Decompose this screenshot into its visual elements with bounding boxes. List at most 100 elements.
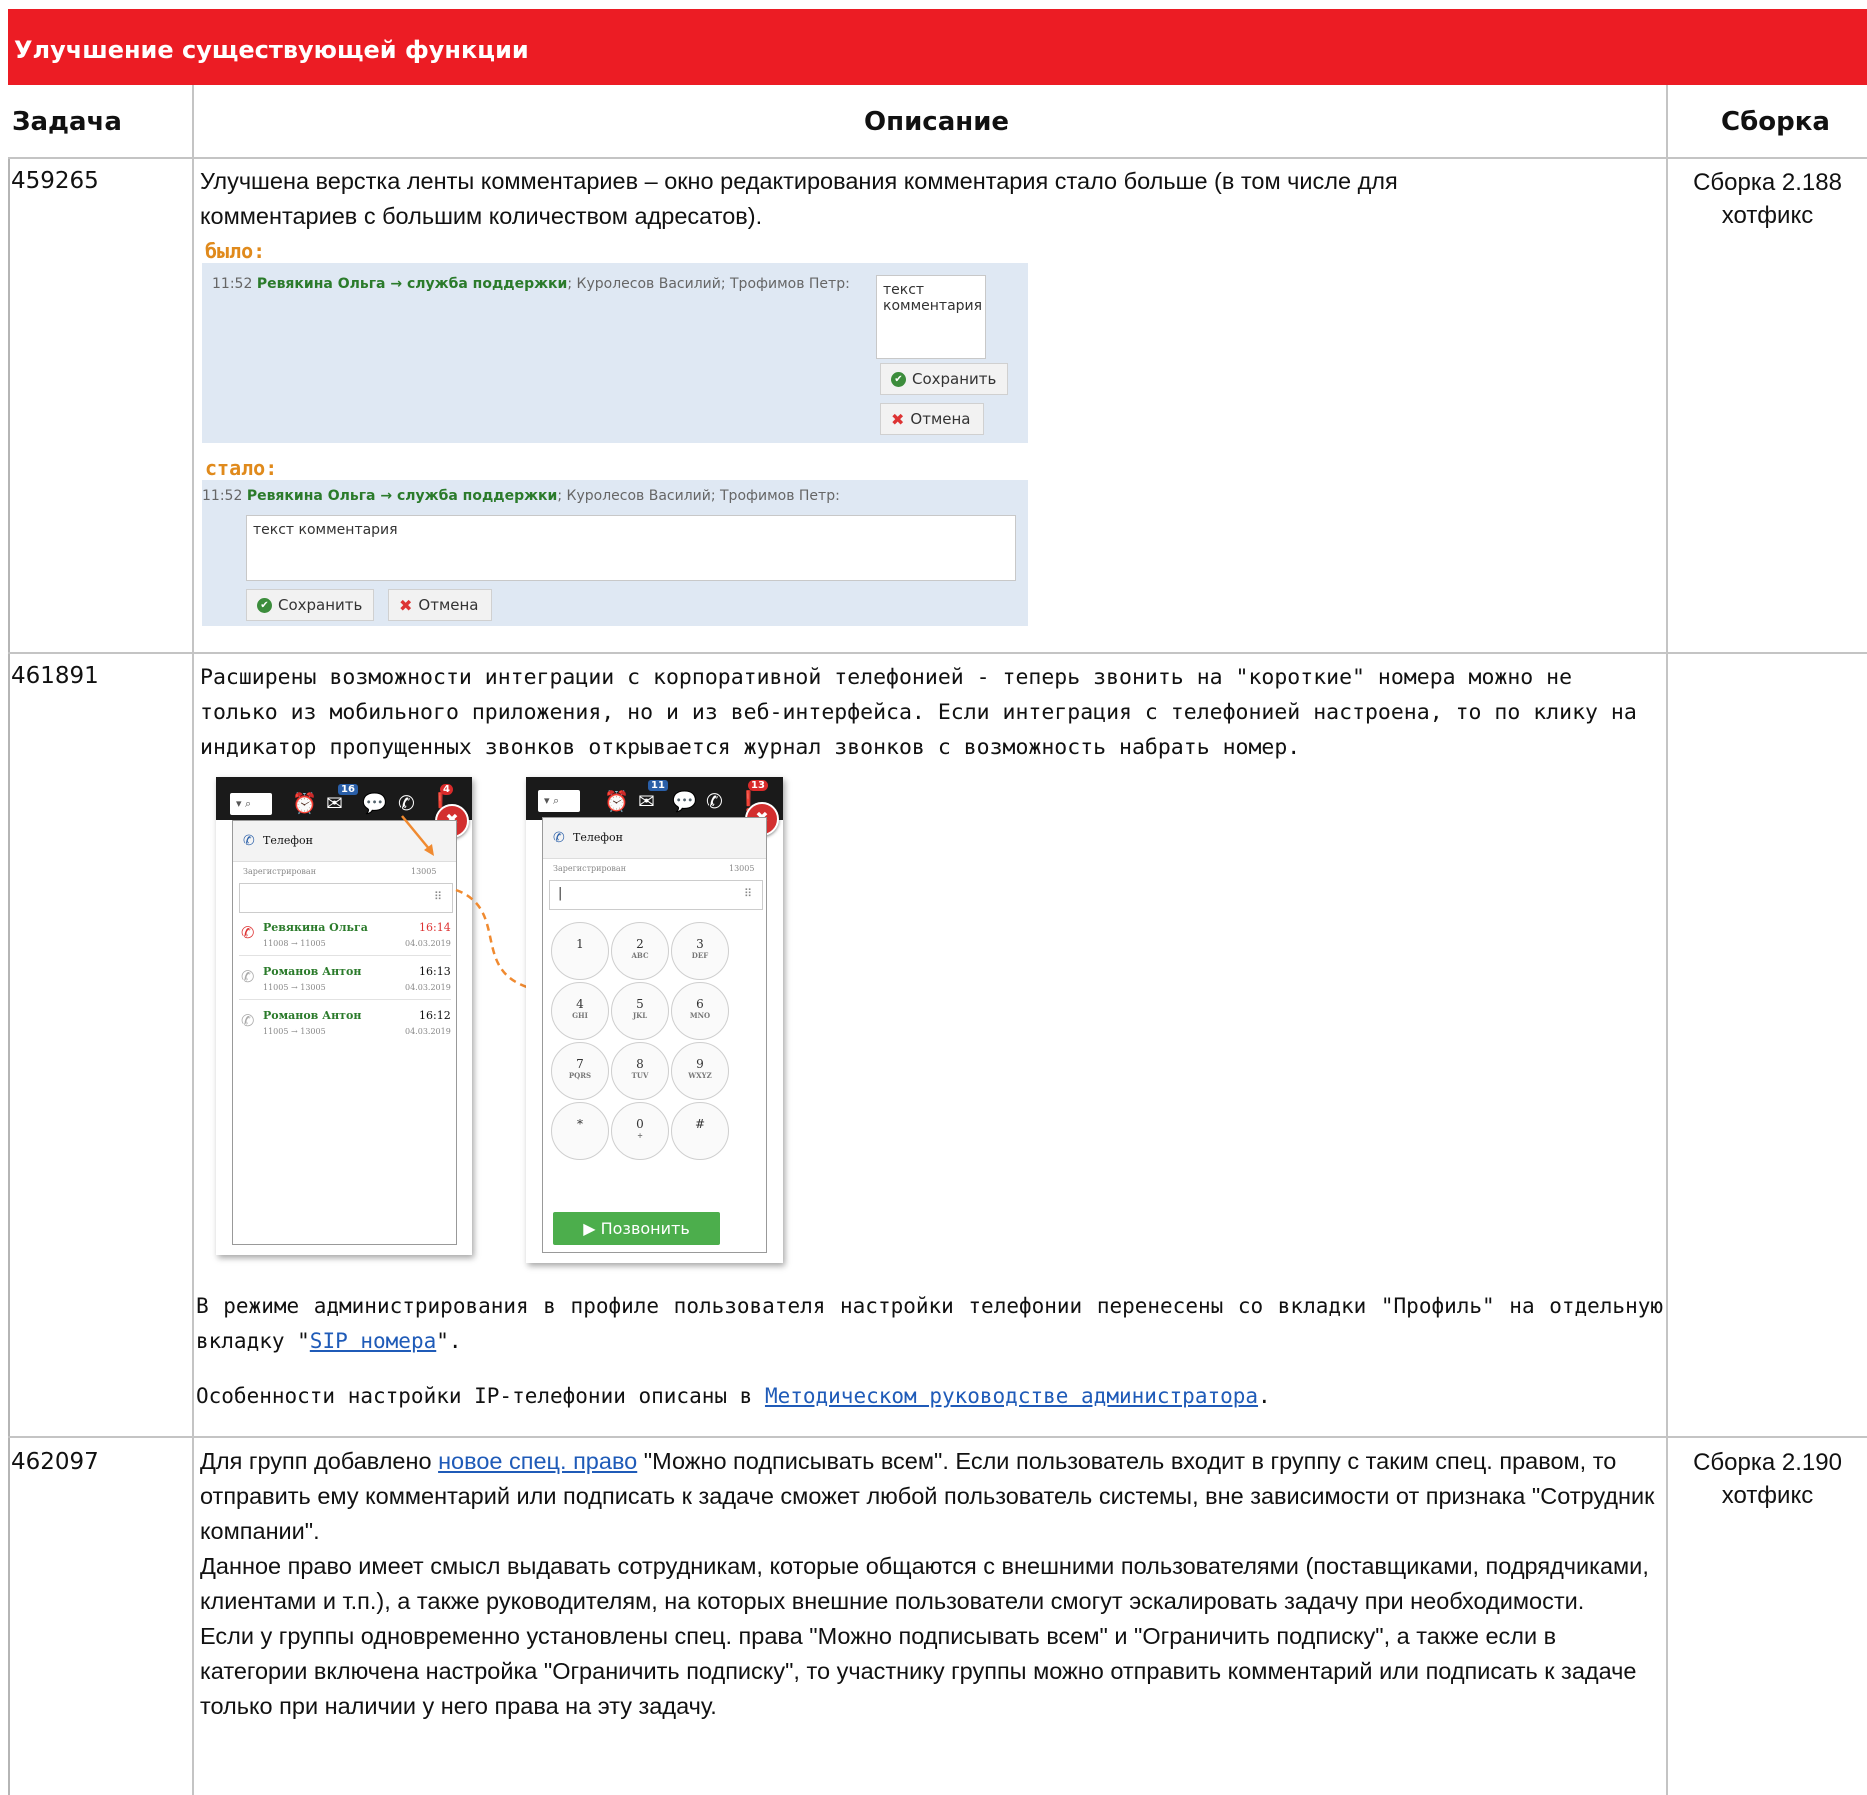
dial-key[interactable]: 7 PQRS bbox=[551, 1042, 609, 1100]
sip-numbers-link[interactable]: SIP номера bbox=[310, 1329, 436, 1353]
comment-textarea-new[interactable]: текст комментария bbox=[246, 515, 1016, 581]
phone-icon[interactable]: ✆ bbox=[706, 789, 723, 813]
search-icon: ⌕ bbox=[553, 794, 560, 807]
new-right-link[interactable]: новое спец. право bbox=[438, 1448, 637, 1474]
row-divider bbox=[8, 157, 1867, 159]
dial-key-digit: # bbox=[694, 1117, 706, 1131]
section-title: Улучшение существующей функции bbox=[14, 36, 529, 64]
phone-panel-header: ✆ Телефон bbox=[543, 818, 766, 859]
dial-key-letters: DEF bbox=[691, 951, 709, 960]
header-build: Сборка bbox=[1721, 107, 1830, 137]
row-divider bbox=[8, 1436, 1867, 1438]
after-label: стало: bbox=[205, 456, 278, 480]
dial-input[interactable]: | ⠿ bbox=[549, 880, 763, 910]
paragraph: Если у группы одновременно установлены с… bbox=[200, 1623, 1637, 1719]
alert-badge: 13 bbox=[748, 780, 768, 791]
alarm-icon[interactable]: ⏰ bbox=[292, 791, 317, 815]
build-version: Сборка 2.188 хотфикс bbox=[1693, 169, 1842, 229]
dial-key-digit: 9 bbox=[696, 1057, 704, 1071]
dial-key[interactable]: 5 JKL bbox=[611, 982, 669, 1040]
handset-icon: ✆ bbox=[243, 833, 255, 849]
registration-status: Зарегистрирован bbox=[243, 867, 317, 876]
comment-author: Ревякина Ольга → служба поддержки bbox=[256, 276, 568, 292]
chat-icon[interactable]: 💬 bbox=[672, 789, 697, 813]
cancel-button-new[interactable]: ✖ Отмена bbox=[388, 589, 492, 621]
dial-key[interactable]: * bbox=[551, 1102, 609, 1160]
outgoing-call-icon: ✆ bbox=[241, 1011, 255, 1030]
dial-key-digit: * bbox=[577, 1117, 583, 1131]
p1-text: Для групп добавлено bbox=[200, 1448, 439, 1474]
dial-key[interactable]: 9 WXYZ bbox=[671, 1042, 729, 1100]
comment-textarea-old[interactable]: текст комментария bbox=[876, 275, 986, 359]
dial-key[interactable]: 8 TUV bbox=[611, 1042, 669, 1100]
before-label: было: bbox=[205, 239, 266, 263]
dial-key-letters: TUV bbox=[631, 1071, 649, 1080]
save-button-new[interactable]: ✔ Сохранить bbox=[246, 589, 374, 621]
comment-time: 11:52 bbox=[212, 276, 253, 292]
dial-key-letters: PQRS bbox=[568, 1071, 592, 1080]
alarm-icon[interactable]: ⏰ bbox=[604, 789, 629, 813]
dial-key-digit: 2 bbox=[636, 937, 644, 951]
check-icon: ✔ bbox=[891, 371, 906, 387]
dial-key[interactable]: 1 bbox=[551, 922, 609, 980]
top-toolbar: ▾ ⌕ ⏰ ✉ 11 💬 ✆ ❗ 13 bbox=[526, 777, 783, 820]
save-button-old[interactable]: ✔ Сохранить bbox=[880, 363, 1008, 395]
dial-key[interactable]: 3 DEF bbox=[671, 922, 729, 980]
column-divider bbox=[1666, 85, 1668, 1795]
call-name: Романов Антон bbox=[263, 1009, 362, 1022]
comment-header: 11:52 Ревякина Ольга → служба поддержки;… bbox=[212, 276, 850, 292]
phone-title: Телефон bbox=[263, 834, 313, 847]
dial-key-digit: 4 bbox=[576, 997, 584, 1011]
search-icon: ⌕ bbox=[245, 797, 252, 810]
setup-text: Особенности настройки IP-телефонии описа… bbox=[196, 1384, 765, 1408]
dial-key-letters: MNO bbox=[689, 1011, 711, 1020]
chat-icon[interactable]: 💬 bbox=[362, 791, 387, 815]
close-icon: ✖ bbox=[399, 595, 413, 615]
handset-icon: ✆ bbox=[553, 830, 565, 846]
column-divider bbox=[192, 85, 194, 1795]
header-description: Описание bbox=[864, 107, 1010, 137]
call-route: 11005 → 13005 bbox=[263, 1027, 326, 1036]
keypad-icon[interactable]: ⠿ bbox=[744, 887, 752, 900]
save-label: Сохранить bbox=[278, 596, 363, 614]
paragraph: Для групп добавлено новое спец. право "М… bbox=[200, 1444, 1660, 1549]
mail-icon[interactable]: ✉ bbox=[638, 789, 655, 813]
dial-key-digit: 3 bbox=[696, 937, 704, 951]
comment-editor-old: 11:52 Ревякина Ольга → служба поддержки;… bbox=[202, 263, 1028, 443]
search-box[interactable]: ▾ ⌕ bbox=[230, 793, 272, 815]
cancel-button-old[interactable]: ✖ Отмена bbox=[880, 403, 984, 435]
dial-key[interactable]: 0 + bbox=[611, 1102, 669, 1160]
task-id: 461891 bbox=[11, 663, 99, 689]
dial-key[interactable]: 6 MNO bbox=[671, 982, 729, 1040]
call-name: Романов Антон bbox=[263, 965, 362, 978]
dial-key-digit: 0 bbox=[636, 1117, 644, 1131]
task-id: 462097 bbox=[11, 1449, 99, 1475]
task-description: Улучшена верстка ленты комментариев – ок… bbox=[200, 168, 1398, 229]
comment-time: 11:52 bbox=[202, 488, 243, 504]
dial-key[interactable]: 4 GHI bbox=[551, 982, 609, 1040]
cancel-label: Отмена bbox=[910, 410, 971, 428]
comment-editor-new: 11:52 Ревякина Ольга → служба поддержки;… bbox=[202, 480, 1028, 626]
dial-key-digit: 1 bbox=[576, 937, 584, 951]
admin-guide-link[interactable]: Методическом руководстве администратора bbox=[765, 1384, 1258, 1408]
task-description: Для групп добавлено новое спец. право "М… bbox=[200, 1444, 1660, 1724]
dial-key[interactable]: 2 ABC bbox=[611, 922, 669, 980]
task-description: Расширены возможности интеграции с корпо… bbox=[200, 665, 1637, 760]
save-label: Сохранить bbox=[912, 370, 997, 388]
setup-text-end: . bbox=[1258, 1384, 1271, 1408]
section-banner: Улучшение существующей функции bbox=[8, 9, 1867, 86]
call-date: 04.03.2019 bbox=[405, 1027, 451, 1036]
dial-key-letters: GHI bbox=[572, 1011, 588, 1020]
check-icon: ✔ bbox=[257, 597, 272, 613]
phone-panel: ✆ Телефон Зарегистрирован 13005 | ⠿ 1 2 AB… bbox=[542, 817, 767, 1253]
missed-call-icon: ✆ bbox=[241, 923, 255, 942]
call-button[interactable]: ▶ Позвонить bbox=[553, 1212, 720, 1245]
mail-badge: 16 bbox=[338, 784, 358, 795]
search-box[interactable]: ▾ ⌕ bbox=[538, 790, 580, 812]
phone-widget-dialpad: ▾ ⌕ ⏰ ✉ 11 💬 ✆ ❗ 13 ✖ ✆ Телефон Зарегист… bbox=[526, 777, 783, 1263]
dial-key[interactable]: # bbox=[671, 1102, 729, 1160]
extension-number: 13005 bbox=[729, 864, 755, 873]
call-route: 11008 → 11005 bbox=[263, 939, 326, 948]
comment-author: Ревякина Ольга → служба поддержки bbox=[246, 488, 558, 504]
outgoing-call-icon: ✆ bbox=[241, 967, 255, 986]
